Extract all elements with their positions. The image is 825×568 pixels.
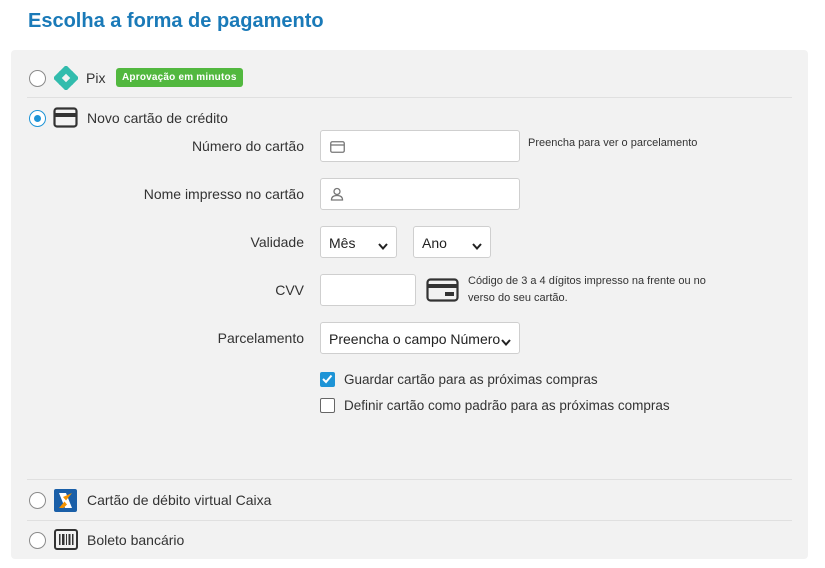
installments-select[interactable]: Preencha o campo Número bbox=[320, 322, 520, 354]
payment-option-pix[interactable]: Pix Aprovação em minutos bbox=[11, 50, 808, 97]
cvv-card-icon bbox=[426, 278, 459, 307]
card-number-input[interactable] bbox=[320, 130, 520, 162]
credit-card-icon bbox=[53, 107, 78, 133]
expiry-label: Validade bbox=[250, 234, 304, 250]
person-icon bbox=[330, 187, 344, 206]
card-icon bbox=[330, 140, 345, 158]
page-title: Escolha a forma de pagamento bbox=[28, 10, 324, 32]
card-name-input[interactable] bbox=[320, 178, 520, 210]
checkmark-icon bbox=[322, 374, 333, 384]
default-card-label[interactable]: Definir cartão como padrão para as próxi… bbox=[344, 398, 670, 413]
default-card-checkbox[interactable] bbox=[320, 398, 335, 413]
approval-badge: Aprovação em minutos bbox=[116, 68, 243, 87]
pix-radio[interactable] bbox=[29, 70, 46, 87]
card-name-label: Nome impresso no cartão bbox=[143, 186, 304, 202]
boleto-label: Boleto bancário bbox=[87, 532, 185, 548]
chevron-down-icon bbox=[378, 237, 388, 253]
caixa-logo-icon bbox=[54, 489, 77, 517]
pix-icon bbox=[52, 64, 80, 95]
save-card-label[interactable]: Guardar cartão para as próximas compras bbox=[344, 372, 598, 387]
boleto-radio[interactable] bbox=[29, 532, 46, 549]
expiry-month-value: Mês bbox=[329, 235, 356, 251]
expiry-year-select[interactable]: Ano bbox=[413, 226, 491, 258]
chevron-down-icon bbox=[472, 237, 482, 253]
save-card-checkbox[interactable] bbox=[320, 372, 335, 387]
payment-methods-panel: Pix Aprovação em minutos Novo cartão de … bbox=[11, 50, 808, 559]
debit-caixa-label: Cartão de débito virtual Caixa bbox=[87, 492, 272, 508]
credit-card-label[interactable]: Novo cartão de crédito bbox=[87, 110, 228, 126]
installment-hint: Preencha para ver o parcelamento bbox=[528, 137, 698, 149]
chevron-down-icon bbox=[501, 333, 511, 349]
cvv-label: CVV bbox=[275, 282, 304, 298]
payment-option-debit-caixa[interactable]: Cartão de débito virtual Caixa bbox=[11, 480, 808, 520]
cvv-input[interactable] bbox=[320, 274, 416, 306]
expiry-year-value: Ano bbox=[422, 235, 447, 251]
cvv-hint: Código de 3 a 4 dígitos impresso na fren… bbox=[468, 275, 706, 304]
expiry-month-select[interactable]: Mês bbox=[320, 226, 397, 258]
barcode-icon bbox=[54, 529, 78, 555]
pix-label: Pix bbox=[86, 70, 106, 86]
card-number-label: Número do cartão bbox=[191, 138, 304, 154]
installments-value: Preencha o campo Número bbox=[329, 331, 501, 347]
payment-option-credit-card: Novo cartão de crédito Número do cartão … bbox=[11, 98, 808, 478]
installments-label: Parcelamento bbox=[217, 330, 304, 346]
debit-caixa-radio[interactable] bbox=[29, 492, 46, 509]
credit-card-radio[interactable] bbox=[29, 110, 46, 127]
payment-option-boleto[interactable]: Boleto bancário bbox=[11, 521, 808, 559]
